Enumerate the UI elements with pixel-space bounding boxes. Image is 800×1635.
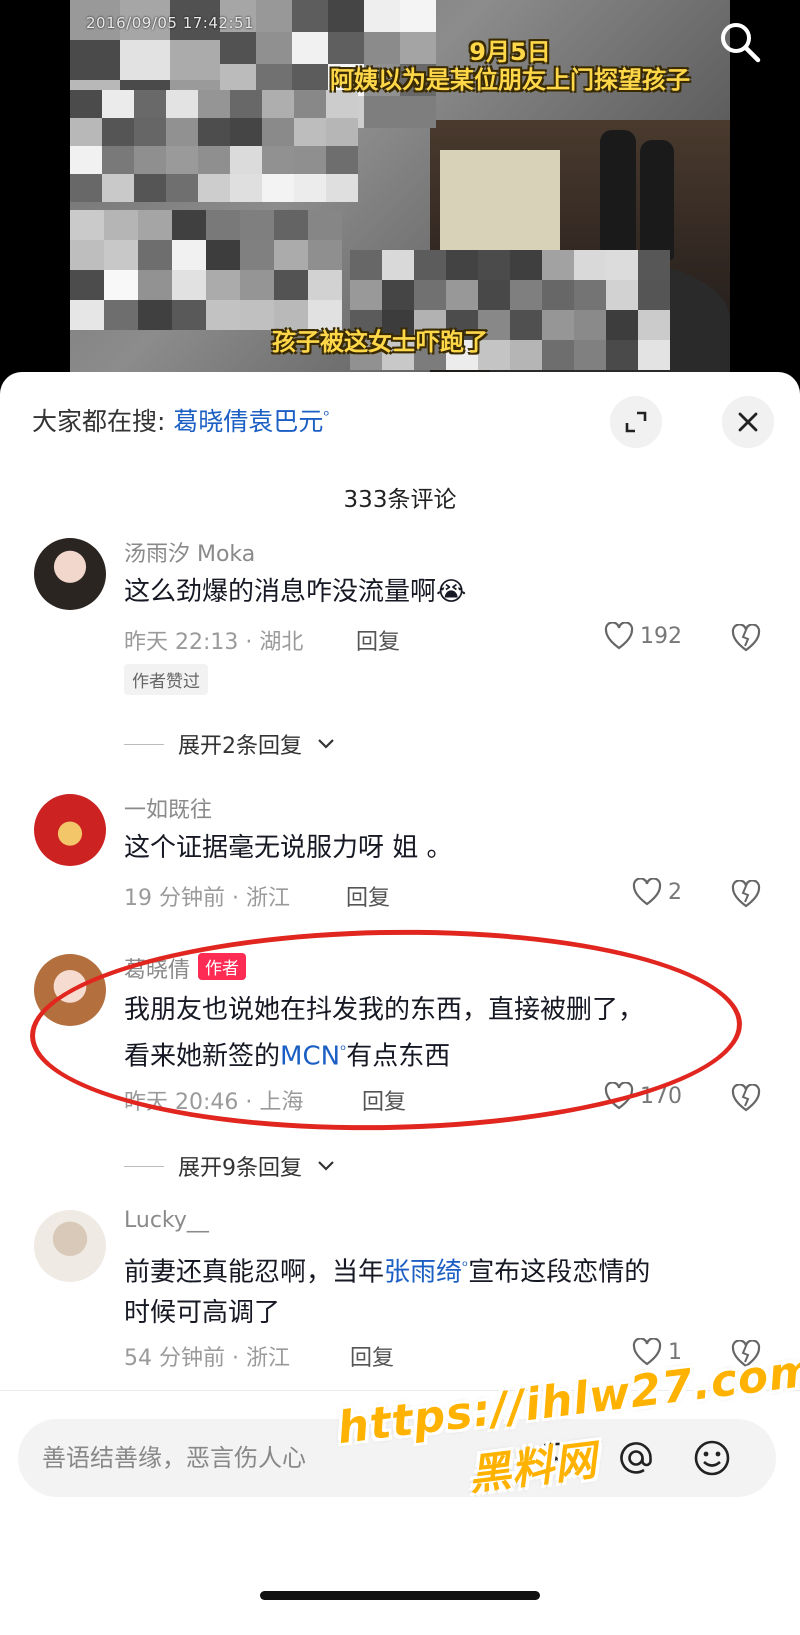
comment-sheet: 大家都在搜: 葛晓倩袁巴元ᵒ 333条评论 汤雨汐 Moka 这么劲爆的消息咋没…	[0, 372, 800, 1635]
video-player[interactable]: 2016/09/05 17:42:51 9月5日 阿姨以为是某位朋友上门探望孩子…	[0, 0, 800, 380]
text-segment: 前妻还真能忍啊，当年	[124, 1257, 385, 1288]
comment-text: 前妻还真能忍啊，当年张雨绮ᵒ宣布这段恋情的 时候可高调了	[124, 1246, 764, 1333]
heart-icon	[604, 622, 634, 650]
comment-author[interactable]: Lucky__	[124, 1208, 209, 1233]
expand-replies-label: 展开9条回复	[178, 1156, 302, 1181]
search-suggestion[interactable]: 大家都在搜: 葛晓倩袁巴元ᵒ	[32, 402, 330, 438]
comment-text: 这么劲爆的消息咋没流量啊😭	[124, 577, 467, 607]
dislike-button[interactable]	[730, 879, 762, 912]
reply-button[interactable]: 回复	[346, 880, 390, 912]
avatar[interactable]	[34, 538, 106, 610]
expand-replies[interactable]: 展开2条回复	[124, 728, 336, 760]
comment-time-location: 54 分钟前 · 浙江	[124, 1346, 290, 1371]
home-indicator	[260, 1591, 540, 1600]
expand-replies-label: 展开2条回复	[178, 734, 302, 759]
close-icon	[738, 412, 758, 432]
comment-text-line: 时候可高调了	[124, 1297, 281, 1328]
like-button[interactable]: 2	[632, 878, 682, 906]
reply-button[interactable]: 回复	[350, 1340, 394, 1372]
comment-count: 333条评论	[343, 487, 457, 513]
expand-sheet-button[interactable]	[610, 396, 662, 448]
search-suggestion-prefix: 大家都在搜:	[32, 407, 166, 436]
comment-time-location: 昨天 22:13 · 湖北	[124, 630, 304, 655]
broken-heart-icon	[731, 623, 761, 652]
reply-button[interactable]: 回复	[356, 624, 400, 656]
broken-heart-icon	[731, 1083, 761, 1112]
divider-line	[124, 1165, 164, 1167]
expand-replies[interactable]: 展开9条回复	[124, 1150, 336, 1182]
search-suggestion-keyword[interactable]: 葛晓倩袁巴元	[173, 407, 323, 436]
like-button[interactable]: 192	[604, 622, 682, 650]
comment-author[interactable]: 汤雨汐 Moka	[124, 536, 255, 568]
close-button[interactable]	[722, 396, 774, 448]
chevron-down-icon	[318, 739, 334, 749]
heart-icon	[632, 878, 662, 906]
heart-icon	[632, 1338, 662, 1366]
like-count: 2	[668, 879, 682, 905]
emoji-icon[interactable]	[690, 1436, 734, 1480]
search-keyword-link[interactable]: 张雨绮	[384, 1258, 462, 1288]
caption-top: 阿姨以为是某位朋友上门探望孩子	[330, 66, 690, 94]
comment-author[interactable]: 一如既往	[124, 792, 212, 824]
mention-icon[interactable]	[614, 1436, 658, 1480]
avatar[interactable]	[34, 794, 106, 866]
like-count: 192	[640, 623, 682, 649]
search-mini-icon: ᵒ	[323, 406, 330, 425]
avatar[interactable]	[34, 1210, 106, 1282]
chevron-down-icon	[318, 1161, 334, 1171]
comment-text: 这个证据毫无说服力呀 姐 。	[124, 833, 453, 863]
caption-bottom: 孩子被这女士吓跑了	[272, 328, 488, 356]
expand-icon	[625, 411, 647, 433]
comment-text-line: 前妻还真能忍啊，当年张雨绮ᵒ宣布这段恋情的	[124, 1246, 764, 1293]
author-liked-badge: 作者赞过	[124, 664, 208, 695]
text-segment: 宣布这段恋情的	[468, 1257, 651, 1288]
comment-time-location: 19 分钟前 · 浙江	[124, 886, 290, 911]
video-timestamp: 2016/09/05 17:42:51	[86, 14, 255, 32]
divider-line	[124, 743, 164, 745]
figure	[640, 140, 674, 260]
dislike-button[interactable]	[730, 623, 762, 656]
broken-heart-icon	[731, 879, 761, 908]
room-window	[440, 150, 560, 250]
figure	[600, 130, 636, 260]
mosaic-blur	[70, 90, 358, 202]
search-icon[interactable]	[718, 20, 762, 64]
mosaic-blur	[70, 210, 342, 330]
dislike-button[interactable]	[730, 1083, 762, 1116]
